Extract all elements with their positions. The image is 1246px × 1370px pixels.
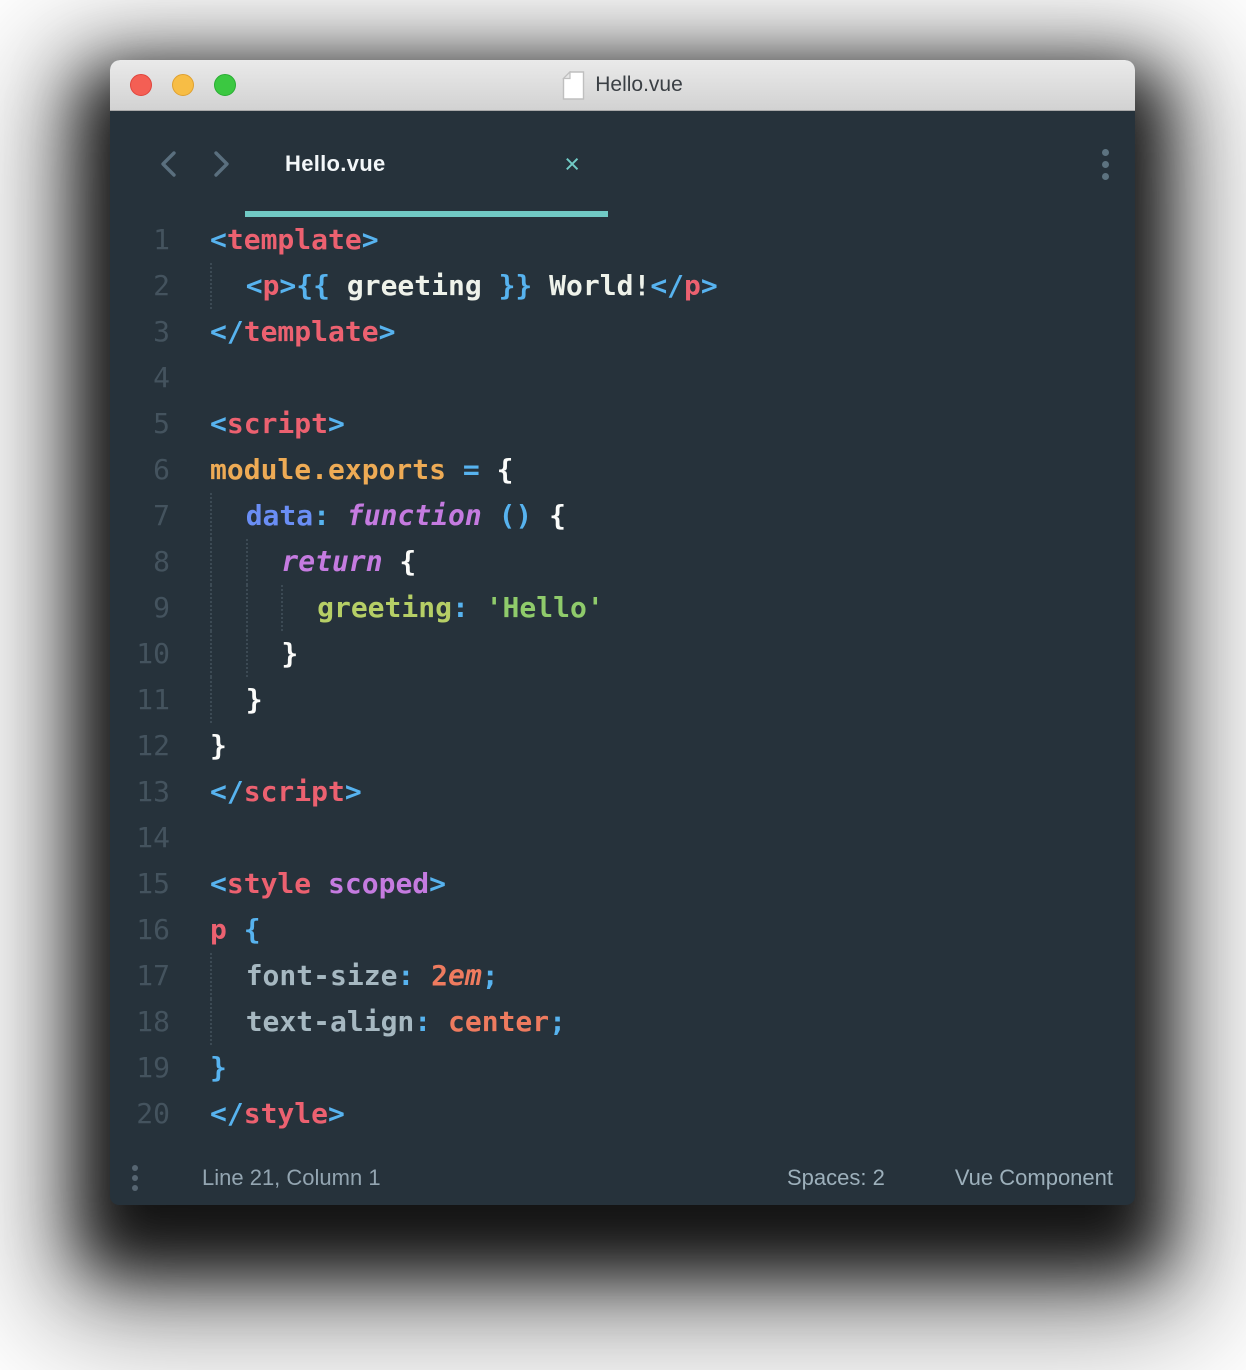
tab-label: Hello.vue: [285, 151, 386, 177]
line-number: 20: [110, 1091, 170, 1137]
indent-guide: [210, 953, 246, 999]
code-line: 2<p>{{ greeting }} World!</p>: [110, 263, 1135, 309]
code-line: 4: [110, 355, 1135, 401]
code-line: 17font-size: 2em;: [110, 953, 1135, 999]
spaces-indicator[interactable]: Spaces: 2: [787, 1165, 885, 1191]
tab-hello-vue[interactable]: Hello.vue ×: [247, 111, 610, 217]
code-line: 1<template>: [110, 217, 1135, 263]
indent-guide: [246, 585, 282, 631]
code-line: 6module.exports = {: [110, 447, 1135, 493]
code-line: 8return {: [110, 539, 1135, 585]
tab-overflow-menu[interactable]: [1102, 149, 1109, 180]
tab-bar: Hello.vue ×: [110, 111, 1135, 217]
code-line: 20</style>: [110, 1091, 1135, 1137]
line-number: 5: [110, 401, 170, 447]
code-line: 9greeting: 'Hello': [110, 585, 1135, 631]
code-line: 14: [110, 815, 1135, 861]
code-editor[interactable]: 1<template>2<p>{{ greeting }} World!</p>…: [110, 217, 1135, 1151]
grammar-indicator[interactable]: Vue Component: [955, 1165, 1113, 1191]
indent-guide: [210, 631, 246, 677]
code-line: 10}: [110, 631, 1135, 677]
line-number: 17: [110, 953, 170, 999]
code-line: 18text-align: center;: [110, 999, 1135, 1045]
indent-guide: [210, 539, 246, 585]
close-window-button[interactable]: [130, 74, 152, 96]
tab-close-icon[interactable]: ×: [564, 151, 580, 178]
line-number: 16: [110, 907, 170, 953]
line-number: 1: [110, 217, 170, 263]
line-number: 6: [110, 447, 170, 493]
line-number: 7: [110, 493, 170, 539]
zoom-window-button[interactable]: [214, 74, 236, 96]
indent-guide: [246, 539, 282, 585]
indent-guide: [210, 677, 246, 723]
status-menu[interactable]: [132, 1165, 138, 1191]
line-number: 14: [110, 815, 170, 861]
code-line: 3</template>: [110, 309, 1135, 355]
cursor-position[interactable]: Line 21, Column 1: [202, 1165, 381, 1191]
indent-guide: [210, 999, 246, 1045]
line-number: 13: [110, 769, 170, 815]
line-number: 9: [110, 585, 170, 631]
line-number: 18: [110, 999, 170, 1045]
line-number: 10: [110, 631, 170, 677]
document-icon: [562, 71, 585, 100]
code-line: 19}: [110, 1045, 1135, 1091]
line-number: 12: [110, 723, 170, 769]
status-bar: Line 21, Column 1 Spaces: 2 Vue Componen…: [110, 1150, 1135, 1205]
code-line: 7data: function () {: [110, 493, 1135, 539]
code-line: 12}: [110, 723, 1135, 769]
line-number: 4: [110, 355, 170, 401]
back-button[interactable]: [157, 149, 179, 179]
status-right-group: Spaces: 2 Vue Component: [787, 1165, 1113, 1191]
forward-button[interactable]: [210, 149, 232, 179]
line-number: 8: [110, 539, 170, 585]
title-bar[interactable]: Hello.vue: [110, 60, 1135, 111]
code-line: 11}: [110, 677, 1135, 723]
indent-guide: [210, 493, 246, 539]
editor-window: Hello.vue Hello.vue × 1<template>2<p>{{ …: [110, 60, 1135, 1205]
window-title: Hello.vue: [595, 73, 683, 97]
line-number: 19: [110, 1045, 170, 1091]
line-number: 11: [110, 677, 170, 723]
indent-guide: [281, 585, 317, 631]
line-number: 2: [110, 263, 170, 309]
code-line: 13</script>: [110, 769, 1135, 815]
line-number: 15: [110, 861, 170, 907]
kebab-menu-icon: [132, 1165, 138, 1171]
traffic-lights: [130, 60, 236, 110]
indent-guide: [210, 585, 246, 631]
kebab-menu-icon: [1102, 149, 1109, 156]
indent-guide: [246, 631, 282, 677]
minimize-window-button[interactable]: [172, 74, 194, 96]
chevron-right-icon: [213, 150, 230, 178]
chevron-left-icon: [160, 150, 177, 178]
code-line: 15<style scoped>: [110, 861, 1135, 907]
code-lines: 1<template>2<p>{{ greeting }} World!</p>…: [110, 217, 1135, 1137]
window-title-group: Hello.vue: [562, 71, 683, 100]
indent-guide: [210, 263, 246, 309]
code-line: 5<script>: [110, 401, 1135, 447]
code-line: 16p {: [110, 907, 1135, 953]
line-number: 3: [110, 309, 170, 355]
